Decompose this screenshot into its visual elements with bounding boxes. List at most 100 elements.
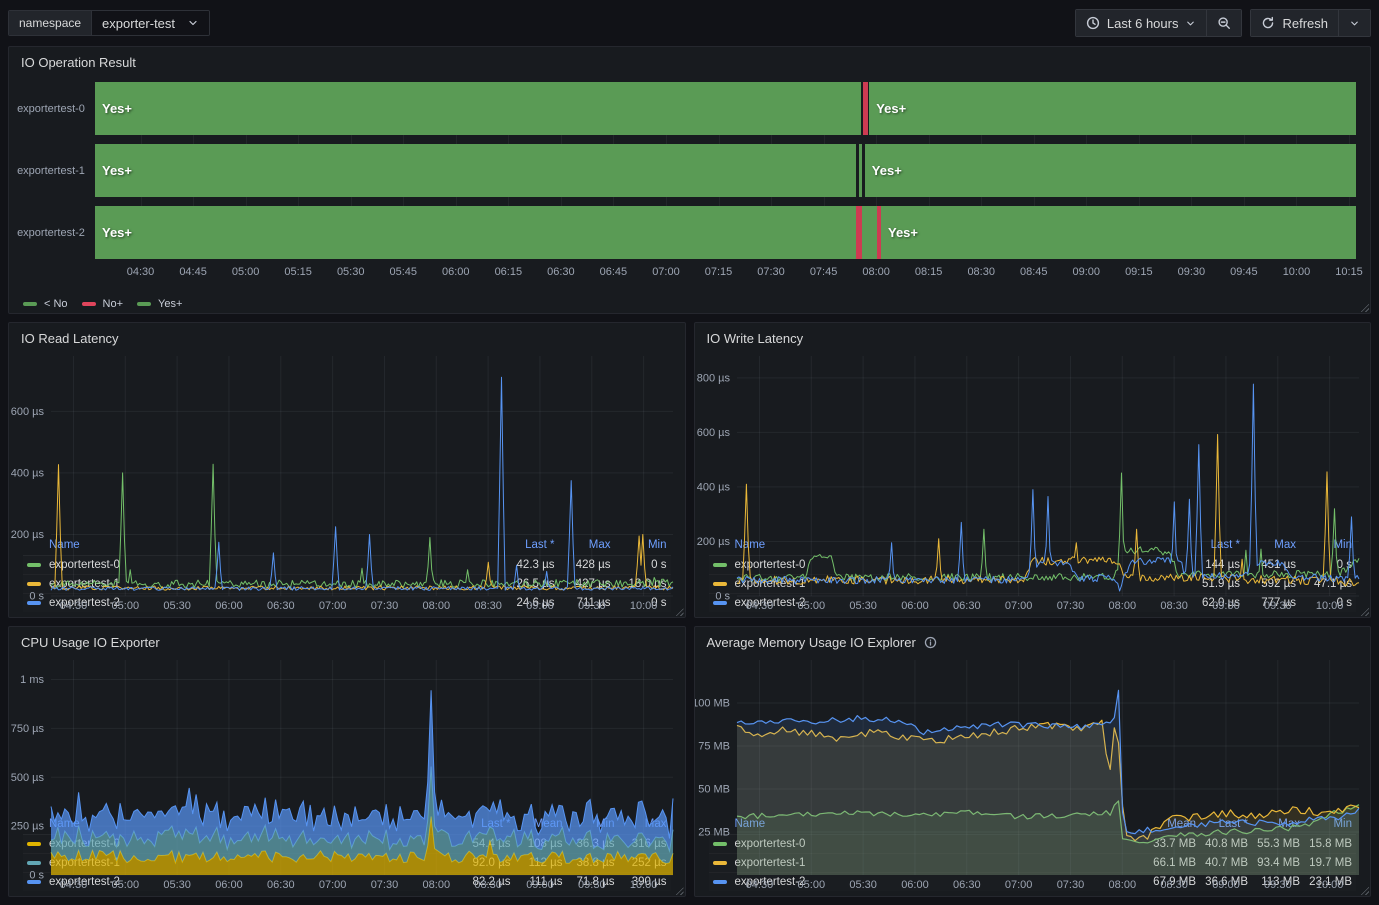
x-axis-tick-label: 08:30 — [967, 266, 995, 278]
x-axis-tick-label: 05:30 — [163, 879, 191, 891]
panel-io-operation-result: IO Operation Result exportertest-0Yes+Ye… — [8, 46, 1371, 314]
panel-title[interactable]: CPU Usage IO Exporter — [9, 627, 685, 652]
x-axis-tick-label: 04:30 — [127, 266, 155, 278]
x-axis-tick-label: 05:45 — [389, 266, 417, 278]
state-timeline-chart[interactable]: exportertest-0Yes+Yes+exportertest-1Yes+… — [9, 72, 1370, 313]
panel-title[interactable]: IO Write Latency — [695, 323, 1371, 348]
x-axis-tick-label: 08:00 — [423, 600, 451, 612]
dashboard-toolbar: namespace exporter-test Last 6 hours — [8, 8, 1371, 38]
refresh-icon — [1261, 16, 1275, 30]
chevron-down-icon — [1185, 18, 1196, 29]
timeline-segment — [859, 144, 862, 197]
x-axis-tick-label: 06:30 — [953, 879, 981, 891]
x-axis-tick-label: 10:00 — [630, 600, 658, 612]
y-axis-tick-label: 600 µs — [696, 427, 730, 439]
x-axis-tick-label: 09:30 — [1178, 266, 1206, 278]
x-axis-tick-label: 08:00 — [1108, 879, 1136, 891]
x-axis-tick-label: 06:15 — [495, 266, 523, 278]
x-axis-tick-label: 10:15 — [1335, 266, 1363, 278]
namespace-dropdown[interactable]: exporter-test — [92, 11, 209, 35]
legend-item[interactable]: < No — [23, 298, 68, 310]
y-axis-tick-label: 50 MB — [698, 784, 730, 796]
x-axis-tick-label: 07:30 — [371, 879, 399, 891]
x-axis-tick-label: 04:30 — [745, 600, 773, 612]
x-axis-tick-label: 05:30 — [849, 879, 877, 891]
x-axis-tick-label: 05:30 — [849, 600, 877, 612]
chart-canvas: 0 s200 µs400 µs600 µs04:3005:0005:3006:0… — [9, 348, 685, 612]
x-axis-tick-label: 10:00 — [1315, 600, 1343, 612]
legend-label: Yes+ — [158, 298, 182, 310]
y-axis-tick-label: 500 µs — [11, 772, 45, 784]
x-axis-tick-label: 08:30 — [474, 879, 502, 891]
refresh-interval-dropdown[interactable] — [1338, 10, 1370, 36]
x-axis-tick-label: 04:30 — [60, 600, 88, 612]
x-axis-tick-label: 08:30 — [474, 600, 502, 612]
panel-title[interactable]: IO Read Latency — [9, 323, 685, 348]
zoom-out-button[interactable] — [1206, 10, 1241, 36]
y-axis-tick-label: 100 MB — [695, 698, 730, 710]
legend-item[interactable]: Yes+ — [137, 298, 182, 310]
namespace-value: exporter-test — [102, 16, 175, 31]
y-axis-tick-label: 800 µs — [696, 372, 730, 384]
panel-io-read-latency: IO Read Latency 0 s200 µs400 µs600 µs04:… — [8, 322, 686, 618]
timeline-segment: Yes+ — [95, 82, 861, 135]
x-axis-tick-label: 10:00 — [630, 879, 658, 891]
x-axis-tick-label: 09:30 — [578, 879, 606, 891]
x-axis-tick-label: 07:45 — [810, 266, 838, 278]
y-axis-tick-label: 1 ms — [20, 674, 44, 686]
clock-icon — [1086, 16, 1100, 30]
x-axis-tick-label: 06:30 — [267, 879, 295, 891]
chevron-down-icon — [1349, 18, 1360, 29]
timeline-segment — [862, 206, 877, 259]
x-axis-tick-label: 07:00 — [319, 879, 347, 891]
y-axis-tick-label: 0 s — [29, 591, 44, 603]
timeline-segment: Yes+ — [95, 206, 856, 259]
timeline-segment: Yes+ — [869, 82, 1356, 135]
y-axis-tick-label: 75 MB — [698, 741, 730, 753]
panel-memory-usage: Average Memory Usage IO Explorer 25 MB50… — [694, 626, 1372, 897]
x-axis-tick-label: 07:30 — [757, 266, 785, 278]
timeline-legend: < No No+ Yes+ — [23, 298, 182, 310]
x-axis-tick-label: 10:00 — [1315, 879, 1343, 891]
x-axis-tick-label: 06:00 — [215, 879, 243, 891]
x-axis-tick-label: 07:00 — [319, 600, 347, 612]
x-axis-tick-label: 09:30 — [1264, 879, 1292, 891]
x-axis-tick-label: 08:30 — [1160, 879, 1188, 891]
refresh-label: Refresh — [1282, 16, 1328, 31]
y-axis-tick-label: 0 s — [715, 591, 730, 603]
x-axis-tick-label: 10:00 — [1283, 266, 1311, 278]
legend-swatch — [137, 302, 151, 306]
zoom-out-icon — [1217, 16, 1231, 30]
x-axis-tick-label: 05:30 — [163, 600, 191, 612]
x-axis-tick-label: 06:30 — [547, 266, 575, 278]
x-axis-tick-label: 08:45 — [1020, 266, 1048, 278]
refresh-button[interactable]: Refresh — [1251, 10, 1338, 36]
timeline-row-label: exportertest-2 — [11, 227, 91, 239]
io-read-latency-chart[interactable]: 0 s200 µs400 µs600 µs04:3005:0005:3006:0… — [9, 348, 685, 537]
y-axis-tick-label: 200 µs — [11, 529, 45, 541]
legend-item[interactable]: No+ — [82, 298, 124, 310]
memory-usage-chart[interactable]: 25 MB50 MB75 MB100 MB04:3005:0005:3006:0… — [695, 652, 1371, 816]
cpu-usage-chart[interactable]: 0 s250 µs500 µs750 µs1 ms04:3005:0005:30… — [9, 652, 685, 816]
x-axis-tick-label: 09:00 — [526, 600, 554, 612]
info-icon[interactable] — [924, 636, 937, 649]
namespace-variable: namespace exporter-test — [8, 10, 210, 36]
x-axis-tick-label: 05:00 — [112, 879, 140, 891]
chart-canvas: 0 s200 µs400 µs600 µs800 µs04:3005:0005:… — [695, 348, 1371, 612]
series-area-exportertest-1 — [51, 767, 673, 864]
series-line-exportertest-0 — [51, 464, 673, 588]
timeline-segment: Yes+ — [95, 144, 856, 197]
time-range-picker[interactable]: Last 6 hours — [1076, 10, 1207, 36]
x-axis-tick-label: 09:45 — [1230, 266, 1258, 278]
timeline-segment: Yes+ — [881, 206, 1356, 259]
x-axis-tick-label: 04:45 — [179, 266, 207, 278]
panel-title[interactable]: IO Operation Result — [9, 47, 1370, 72]
legend-swatch — [23, 302, 37, 306]
io-write-latency-chart[interactable]: 0 s200 µs400 µs600 µs800 µs04:3005:0005:… — [695, 348, 1371, 537]
x-axis-tick-label: 07:30 — [1056, 879, 1084, 891]
dashboard-grid: IO Operation Result exportertest-0Yes+Ye… — [8, 46, 1371, 897]
x-axis-tick-label: 08:30 — [1160, 600, 1188, 612]
x-axis-tick-label: 08:15 — [915, 266, 943, 278]
panel-title[interactable]: Average Memory Usage IO Explorer — [695, 627, 1371, 652]
legend-label: No+ — [103, 298, 124, 310]
